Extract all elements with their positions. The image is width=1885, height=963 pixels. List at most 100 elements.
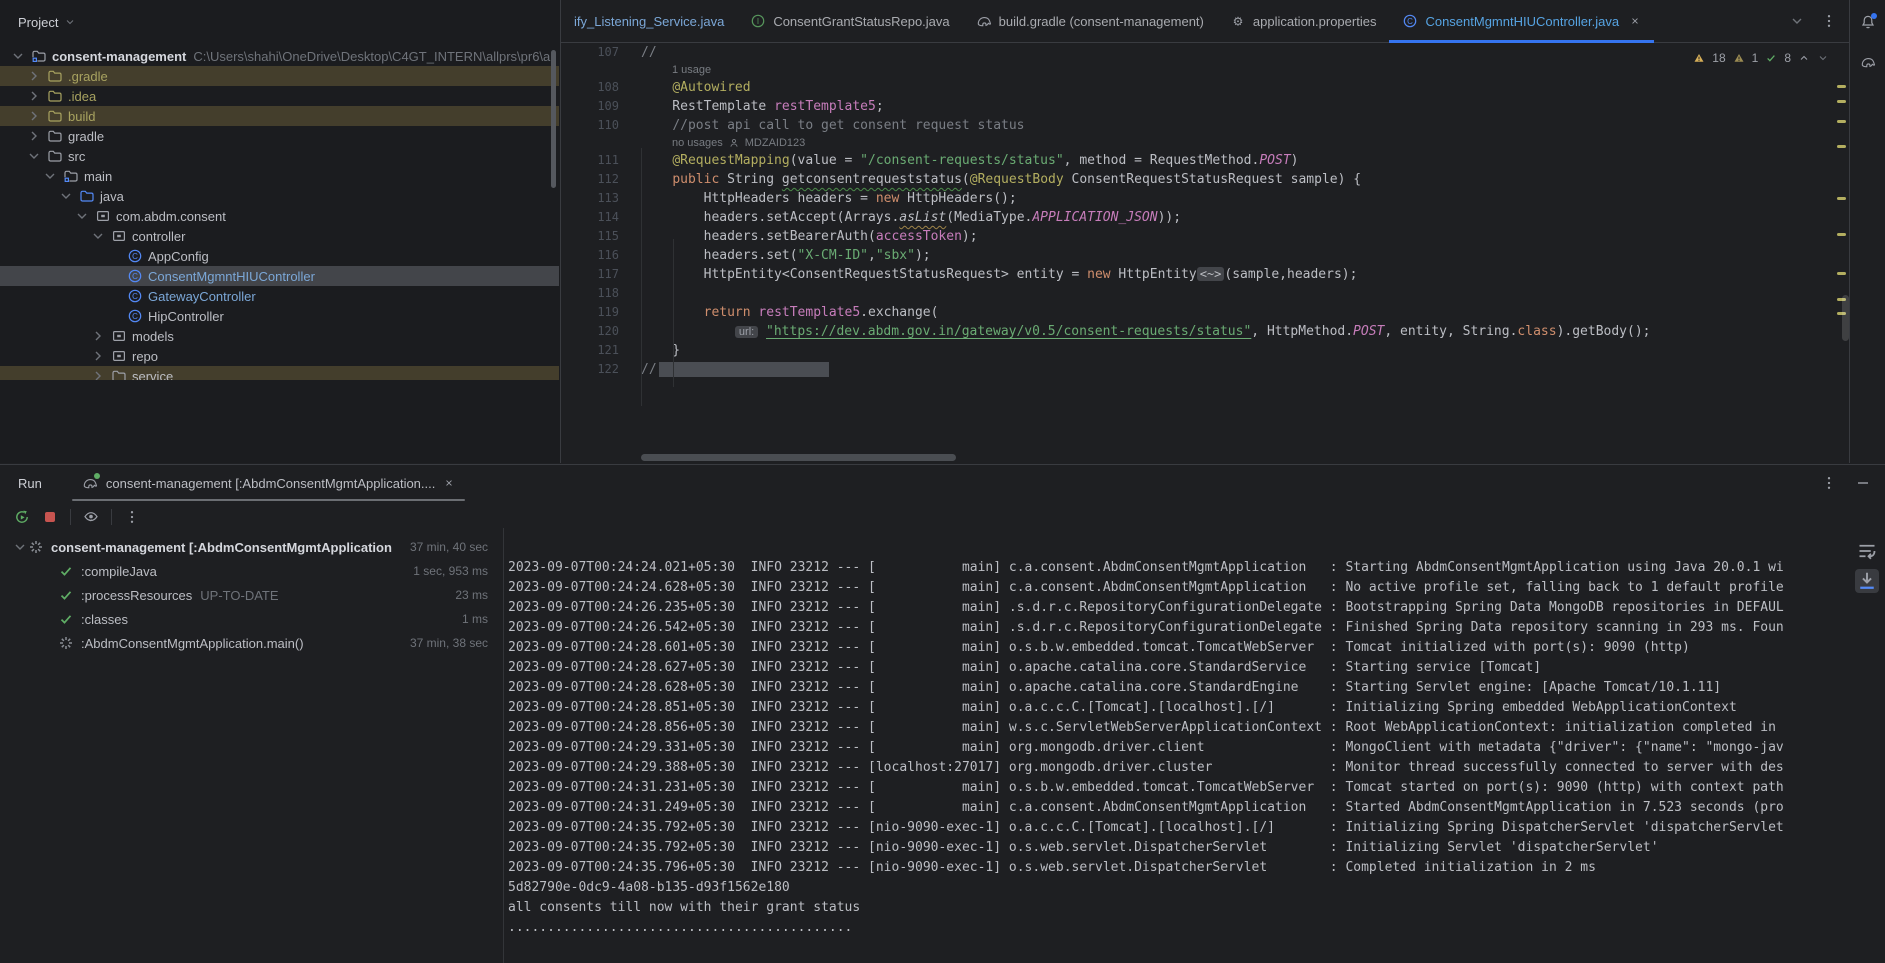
minimize-icon[interactable] [1855, 475, 1871, 491]
editor-tab-build-gradle-consent-management-[interactable]: build.gradle (consent-management) [963, 0, 1217, 42]
chevron-down-icon[interactable] [10, 48, 26, 64]
chevron-right-icon[interactable] [90, 348, 106, 364]
line-number[interactable]: 119 [561, 303, 641, 322]
project-tree-item-src[interactable]: src [0, 146, 559, 166]
line-number[interactable]: 108 [561, 78, 641, 97]
project-tree-item-consentmgmnthiucontroller[interactable]: CConsentMgmntHIUController [0, 266, 559, 286]
rerun-icon[interactable] [14, 509, 30, 525]
scroll-to-end-icon[interactable] [1855, 569, 1879, 593]
line-number[interactable]: 116 [561, 246, 641, 265]
editor-horizontal-scrollbar[interactable] [641, 454, 956, 461]
line-number[interactable]: 107 [561, 43, 641, 62]
project-tree-item-consent-management[interactable]: consent-managementC:\Users\shahi\OneDriv… [0, 46, 559, 66]
run-configuration-tab[interactable]: consent-management [:AbdmConsentMgmtAppl… [72, 465, 466, 501]
run-tree-item--processresources[interactable]: :processResourcesUP-TO-DATE23 ms [0, 583, 502, 607]
project-tree-item-repo[interactable]: repo [0, 346, 559, 366]
next-problem-icon[interactable] [1817, 52, 1829, 64]
project-tree-item-service[interactable]: service [0, 366, 559, 380]
chevron-right-icon[interactable] [26, 108, 42, 124]
error-stripe-mark[interactable] [1837, 120, 1846, 123]
chevron-down-icon[interactable] [26, 148, 42, 164]
chevron-down-icon[interactable] [42, 168, 58, 184]
run-tree-item-consent-management-abdmconsentmgmtapplication[interactable]: consent-management [:AbdmConsentMgmtAppl… [0, 535, 502, 559]
line-number[interactable]: 118 [561, 284, 641, 303]
line-number[interactable]: 112 [561, 170, 641, 189]
chevron-down-icon[interactable] [90, 228, 106, 244]
editor-area: ify_Listening_Service.java IConsentGrantS… [561, 0, 1849, 463]
editor-tab-application-properties[interactable]: ⚙application.properties [1217, 0, 1390, 42]
error-stripe-mark[interactable] [1837, 272, 1846, 275]
line-number[interactable]: 120 [561, 322, 641, 341]
view-options-icon[interactable] [83, 509, 99, 525]
run-console[interactable]: 2023-09-07T00:24:24.021+05:30 INFO 23212… [503, 528, 1885, 963]
tree-item-label: .idea [68, 89, 96, 104]
close-icon[interactable] [1629, 15, 1641, 27]
run-toolbar [0, 503, 140, 531]
line-number[interactable]: 110 [561, 116, 641, 135]
soft-wrap-icon[interactable] [1855, 539, 1879, 563]
line-number[interactable]: 122 [561, 360, 641, 379]
project-tree-item-java[interactable]: java [0, 186, 559, 206]
project-scrollbar[interactable] [551, 50, 556, 188]
line-number[interactable]: 115 [561, 227, 641, 246]
chevron-right-icon[interactable] [90, 368, 106, 380]
console-log-line: 2023-09-07T00:24:35.792+05:30 INFO 23212… [508, 818, 1885, 838]
editor-vertical-scrollbar[interactable] [1842, 295, 1849, 341]
more-options-icon[interactable] [1821, 475, 1837, 491]
error-stripe-mark[interactable] [1837, 233, 1846, 236]
editor-tab-ify-listening-service-java[interactable]: ify_Listening_Service.java [561, 0, 737, 42]
right-toolwindow-stripe [1849, 0, 1885, 463]
line-number[interactable]: 114 [561, 208, 641, 227]
chevron-right-icon[interactable] [26, 88, 42, 104]
project-tree-item-appconfig[interactable]: CAppConfig [0, 246, 559, 266]
console-log-line: 2023-09-07T00:24:24.628+05:30 INFO 23212… [508, 578, 1885, 598]
editor-tab-consentgrantstatusrepo-java[interactable]: IConsentGrantStatusRepo.java [737, 0, 962, 42]
chevron-right-icon[interactable] [90, 328, 106, 344]
project-tree-item-main[interactable]: main [0, 166, 559, 186]
close-icon[interactable] [443, 477, 455, 489]
line-number[interactable]: 113 [561, 189, 641, 208]
folded-generic-badge[interactable]: <~> [1197, 267, 1225, 281]
project-tree-item--idea[interactable]: .idea [0, 86, 559, 106]
line-number[interactable]: 111 [561, 151, 641, 170]
project-tree-item-hipcontroller[interactable]: CHipController [0, 306, 559, 326]
tab-options-icon[interactable] [1821, 13, 1837, 29]
tab-label: ify_Listening_Service.java [574, 14, 724, 29]
line-number[interactable]: 117 [561, 265, 641, 284]
project-panel-header[interactable]: Project [0, 0, 560, 44]
code-inlay-hint[interactable]: no usagesMDZAID123 [561, 135, 1835, 151]
chevron-down-icon[interactable] [58, 188, 74, 204]
project-tree-item-build[interactable]: build [0, 106, 559, 126]
project-tree-item-gatewaycontroller[interactable]: CGatewayController [0, 286, 559, 306]
previous-problem-icon[interactable] [1798, 52, 1810, 64]
project-tree-item--gradle[interactable]: .gradle [0, 66, 559, 86]
project-tree-item-gradle[interactable]: gradle [0, 126, 559, 146]
run-tree-item--compilejava[interactable]: :compileJava1 sec, 953 ms [0, 559, 502, 583]
chevron-down-icon[interactable] [12, 539, 28, 555]
error-stripe-mark[interactable] [1837, 145, 1846, 148]
run-tree-item--classes[interactable]: :classes1 ms [0, 607, 502, 631]
code-editor[interactable]: 107//1 usage108 @Autowired109 RestTempla… [561, 43, 1835, 453]
project-tree-item-models[interactable]: models [0, 326, 559, 346]
error-stripe-mark[interactable] [1837, 197, 1846, 200]
hidden-tabs-chevron-icon[interactable] [1789, 13, 1805, 29]
code-inlay-hint[interactable]: 1 usage [561, 62, 1835, 78]
gradle-toolwindow-icon[interactable] [1860, 54, 1876, 70]
project-tree-item-controller[interactable]: controller [0, 226, 559, 246]
notifications-bell-icon[interactable] [1860, 14, 1876, 30]
code-line-112: 112 public String getconsentrequeststatu… [561, 170, 1835, 189]
editor-tab-consentmgmnthiucontroller-java[interactable]: CConsentMgmntHIUController.java [1389, 0, 1654, 42]
project-tree-item-com-abdm-consent[interactable]: com.abdm.consent [0, 206, 559, 226]
run-tree-item--abdmconsentmgmtapplication-main-[interactable]: :AbdmConsentMgmtApplication.main()37 min… [0, 631, 502, 655]
chevron-right-icon[interactable] [26, 128, 42, 144]
more-options-icon[interactable] [124, 509, 140, 525]
svg-text:C: C [132, 292, 138, 301]
line-number[interactable]: 109 [561, 97, 641, 116]
chevron-right-icon[interactable] [26, 68, 42, 84]
error-stripe-mark[interactable] [1837, 100, 1846, 103]
stop-icon[interactable] [42, 509, 58, 525]
chevron-down-icon[interactable] [74, 208, 90, 224]
inspections-widget[interactable]: 1818 [1693, 51, 1829, 65]
error-stripe-mark[interactable] [1837, 85, 1846, 88]
line-number[interactable]: 121 [561, 341, 641, 360]
